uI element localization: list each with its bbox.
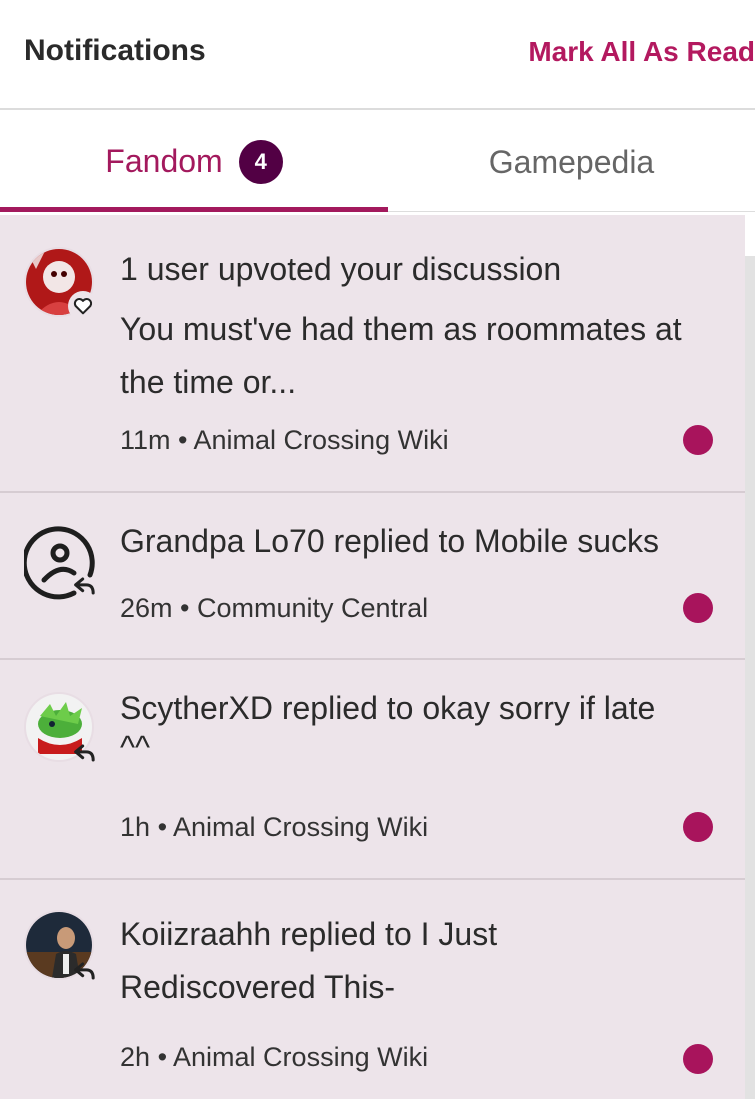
notification-wiki: Animal Crossing Wiki xyxy=(173,812,429,842)
notification-meta: 2h • Animal Crossing Wiki xyxy=(120,1042,428,1073)
notification-title: 1 user upvoted your discussion xyxy=(120,251,562,287)
notifications-header: Notifications Mark All As Read xyxy=(0,0,755,110)
avatar xyxy=(24,692,96,764)
tab-fandom-label: Fandom xyxy=(105,143,223,179)
scrollbar[interactable] xyxy=(745,256,755,1099)
notification-title: Grandpa Lo70 replied to Mobile sucks xyxy=(120,523,659,559)
notification-snippet: You must've had them as roommates at the… xyxy=(120,311,682,400)
mark-all-as-read-button[interactable]: Mark All As Read xyxy=(528,36,755,68)
scrollbar-thumb[interactable] xyxy=(745,256,755,1099)
heart-icon xyxy=(68,291,98,321)
notification-wiki: Animal Crossing Wiki xyxy=(173,1042,429,1072)
notification-list[interactable]: 1 user upvoted your discussion You must'… xyxy=(0,215,745,1099)
tab-bar: Fandom 4 Gamepedia xyxy=(0,112,755,212)
notification-wiki: Animal Crossing Wiki xyxy=(193,425,449,455)
meta-separator: • xyxy=(157,1042,168,1072)
unread-indicator xyxy=(683,812,713,842)
tab-gamepedia[interactable]: Gamepedia xyxy=(388,112,755,212)
notification-meta: 11m • Animal Crossing Wiki xyxy=(120,425,449,456)
notification-meta: 1h • Animal Crossing Wiki xyxy=(120,812,428,843)
avatar xyxy=(21,525,96,600)
notification-wiki: Community Central xyxy=(197,593,429,623)
notification-time: 1h xyxy=(120,812,151,842)
tab-fandom[interactable]: Fandom 4 xyxy=(0,112,388,212)
reply-icon xyxy=(70,738,100,768)
notification-item[interactable]: ScytherXD replied to okay sorry if late … xyxy=(0,660,745,880)
tab-gamepedia-label: Gamepedia xyxy=(488,143,655,180)
notification-title: ScytherXD replied to okay sorry if late xyxy=(120,690,656,726)
meta-separator: • xyxy=(180,593,190,623)
meta-separator: • xyxy=(178,425,188,455)
notification-time: 11m xyxy=(120,425,171,455)
unread-count-badge: 4 xyxy=(238,139,283,184)
notification-title-line2: ^^ xyxy=(120,729,151,765)
notification-title: Koiizraahh replied to I Just Rediscovere… xyxy=(120,916,498,1005)
notification-time: 2h xyxy=(120,1042,151,1072)
notification-time: 26m xyxy=(120,593,173,623)
meta-separator: • xyxy=(157,812,168,842)
page-title: Notifications xyxy=(24,34,206,67)
avatar xyxy=(24,247,98,321)
notification-meta: 26m • Community Central xyxy=(120,593,428,624)
avatar xyxy=(24,910,96,982)
notification-item[interactable]: 1 user upvoted your discussion You must'… xyxy=(0,215,745,493)
reply-icon xyxy=(70,956,100,986)
unread-indicator xyxy=(683,425,713,455)
notification-item[interactable]: Koiizraahh replied to I Just Rediscovere… xyxy=(0,880,745,1099)
unread-indicator xyxy=(683,593,713,623)
notification-item[interactable]: Grandpa Lo70 replied to Mobile sucks 26m… xyxy=(0,493,745,660)
unread-indicator xyxy=(683,1044,713,1074)
reply-icon xyxy=(70,571,100,601)
